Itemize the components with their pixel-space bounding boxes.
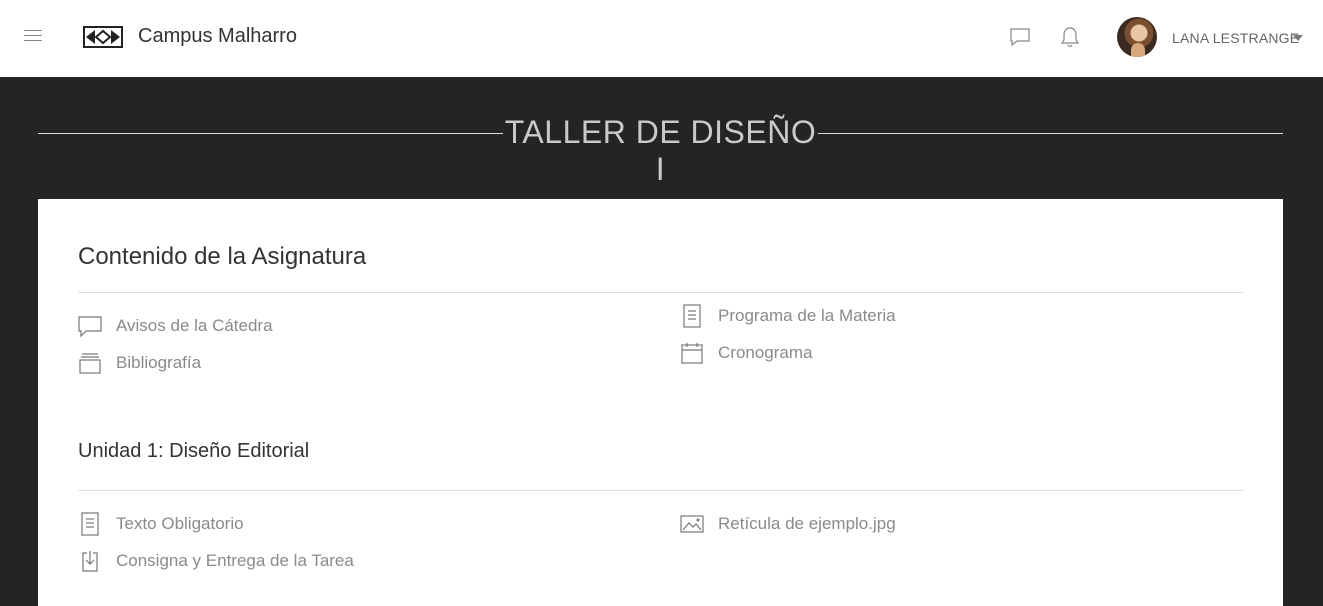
document-icon xyxy=(78,512,102,536)
link-label: Avisos de la Cátedra xyxy=(116,316,273,335)
image-icon xyxy=(680,512,704,536)
top-bar: Campus Malharro LANA LESTRANGE xyxy=(0,0,1323,77)
link-reticula[interactable]: Retícula de ejemplo.jpg xyxy=(680,512,896,536)
link-label: Cronograma xyxy=(718,343,813,362)
download-icon xyxy=(78,549,102,573)
link-programa[interactable]: Programa de la Materia xyxy=(680,304,896,328)
user-avatar[interactable] xyxy=(1117,17,1157,57)
calendar-icon xyxy=(680,341,704,365)
link-avisos[interactable]: Avisos de la Cátedra xyxy=(78,314,273,338)
link-consigna-entrega[interactable]: Consigna y Entrega de la Tarea xyxy=(78,549,354,573)
messages-icon[interactable] xyxy=(1009,26,1031,48)
link-label: Programa de la Materia xyxy=(718,306,896,325)
page-title: TALLER DE DISEÑO I xyxy=(504,114,817,187)
stack-icon xyxy=(78,351,102,375)
title-divider-right xyxy=(818,133,1283,134)
logo[interactable] xyxy=(83,26,123,48)
brand-name[interactable]: Campus Malharro xyxy=(138,25,297,48)
course-content-card: Contenido de la Asignatura Avisos de la … xyxy=(38,199,1283,606)
user-name[interactable]: LANA LESTRANGE xyxy=(1172,30,1299,46)
unit-title: Unidad 1: Diseño Editorial xyxy=(78,440,310,462)
title-divider-left xyxy=(38,133,503,134)
section-divider xyxy=(78,292,1243,293)
notifications-bell-icon[interactable] xyxy=(1059,25,1081,49)
link-bibliografia[interactable]: Bibliografía xyxy=(78,351,201,375)
user-menu-caret-icon[interactable] xyxy=(1293,35,1303,41)
document-icon xyxy=(680,304,704,328)
link-label: Consigna y Entrega de la Tarea xyxy=(116,551,354,570)
link-label: Retícula de ejemplo.jpg xyxy=(718,514,896,533)
link-texto-obligatorio[interactable]: Texto Obligatorio xyxy=(78,512,244,536)
link-label: Bibliografía xyxy=(116,353,202,372)
chat-icon xyxy=(78,314,102,338)
section-title: Contenido de la Asignatura xyxy=(78,243,367,270)
unit-divider xyxy=(78,490,1243,491)
hamburger-menu-icon[interactable] xyxy=(24,30,42,44)
link-cronograma[interactable]: Cronograma xyxy=(680,341,813,365)
link-label: Texto Obligatorio xyxy=(116,514,244,533)
